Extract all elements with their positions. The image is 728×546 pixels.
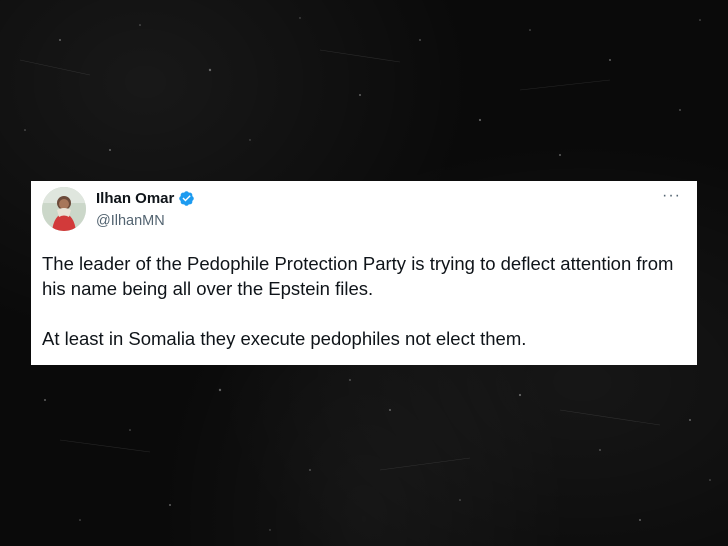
avatar-photo — [42, 187, 86, 231]
author-handle[interactable]: @IlhanMN — [96, 213, 165, 229]
verified-badge-icon — [179, 191, 195, 206]
tweet-card: Ilhan Omar @IlhanMN ··· The leader of th… — [31, 181, 697, 365]
more-options-icon[interactable]: ··· — [662, 187, 681, 205]
avatar[interactable] — [42, 187, 86, 231]
author-name[interactable]: Ilhan Omar — [96, 190, 174, 207]
author-name-row: Ilhan Omar — [96, 190, 195, 207]
tweet-text: The leader of the Pedophile Protection P… — [42, 251, 692, 351]
tweet-paragraph: At least in Somalia they execute pedophi… — [42, 328, 527, 349]
tweet-paragraph: The leader of the Pedophile Protection P… — [42, 253, 674, 299]
